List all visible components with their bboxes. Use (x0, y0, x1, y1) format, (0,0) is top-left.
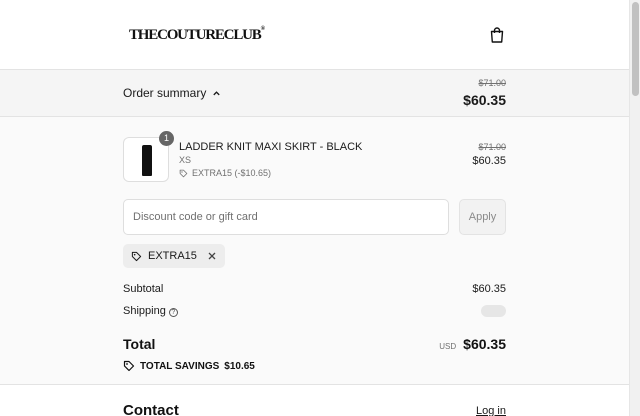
product-price: $60.35 (472, 155, 506, 167)
subtotal-value: $60.35 (472, 283, 506, 295)
applied-discount-code: EXTRA15 (148, 250, 197, 262)
scrollbar-thumb[interactable] (632, 2, 639, 96)
order-summary-label: Order summary (123, 86, 207, 100)
quantity-badge: 1 (159, 131, 174, 146)
summary-total: $60.35 (463, 92, 506, 108)
product-discount-text: EXTRA15 (-$10.65) (192, 168, 272, 178)
subtotal-label: Subtotal (123, 283, 164, 295)
page-scrollbar[interactable] (629, 0, 640, 416)
shopping-bag-icon[interactable] (488, 26, 506, 44)
total-amount: USD $60.35 (439, 336, 506, 352)
tag-icon (131, 251, 142, 261)
store-logo[interactable]: THECOUTURECLUB® (129, 26, 265, 44)
product-variant: XS (179, 155, 192, 165)
tag-icon (123, 360, 135, 372)
product-original-price: $71.00 (478, 142, 506, 152)
order-summary-bar: Order summary $71.00 $60.35 (0, 70, 629, 117)
shipping-value-placeholder (481, 305, 506, 317)
product-name: LADDER KNIT MAXI SKIRT - BLACK (179, 141, 363, 153)
contact-heading: Contact (123, 402, 179, 416)
discount-code-input[interactable] (123, 199, 449, 235)
help-icon[interactable]: ? (168, 308, 178, 317)
login-link[interactable]: Log in (476, 405, 506, 416)
remove-discount-icon[interactable] (207, 251, 217, 261)
product-discount: EXTRA15 (-$10.65) (179, 168, 271, 178)
applied-discount-chip: EXTRA15 (123, 244, 225, 268)
total-savings-value: $10.65 (224, 360, 255, 372)
total-value: $60.35 (463, 336, 506, 352)
tag-icon (179, 169, 188, 177)
order-summary-panel: 1 LADDER KNIT MAXI SKIRT - BLACK XS EXTR… (0, 117, 629, 385)
skirt-image (142, 145, 152, 176)
total-label: Total (123, 336, 156, 352)
summary-original-total: $71.00 (478, 78, 506, 88)
checkout-page: THECOUTURECLUB® Order summary $71.00 $60… (0, 0, 629, 416)
site-header: THECOUTURECLUB® (0, 0, 629, 70)
total-savings-label: TOTAL SAVINGS (140, 360, 220, 372)
total-currency: USD (439, 342, 457, 351)
chevron-up-icon (213, 90, 221, 95)
total-savings: TOTAL SAVINGS $10.65 (123, 360, 255, 372)
apply-discount-button[interactable]: Apply (459, 199, 506, 235)
shipping-label: Shipping (123, 305, 166, 317)
shipping-row: Shipping? (123, 305, 178, 317)
order-summary-toggle[interactable]: Order summary (123, 86, 221, 100)
